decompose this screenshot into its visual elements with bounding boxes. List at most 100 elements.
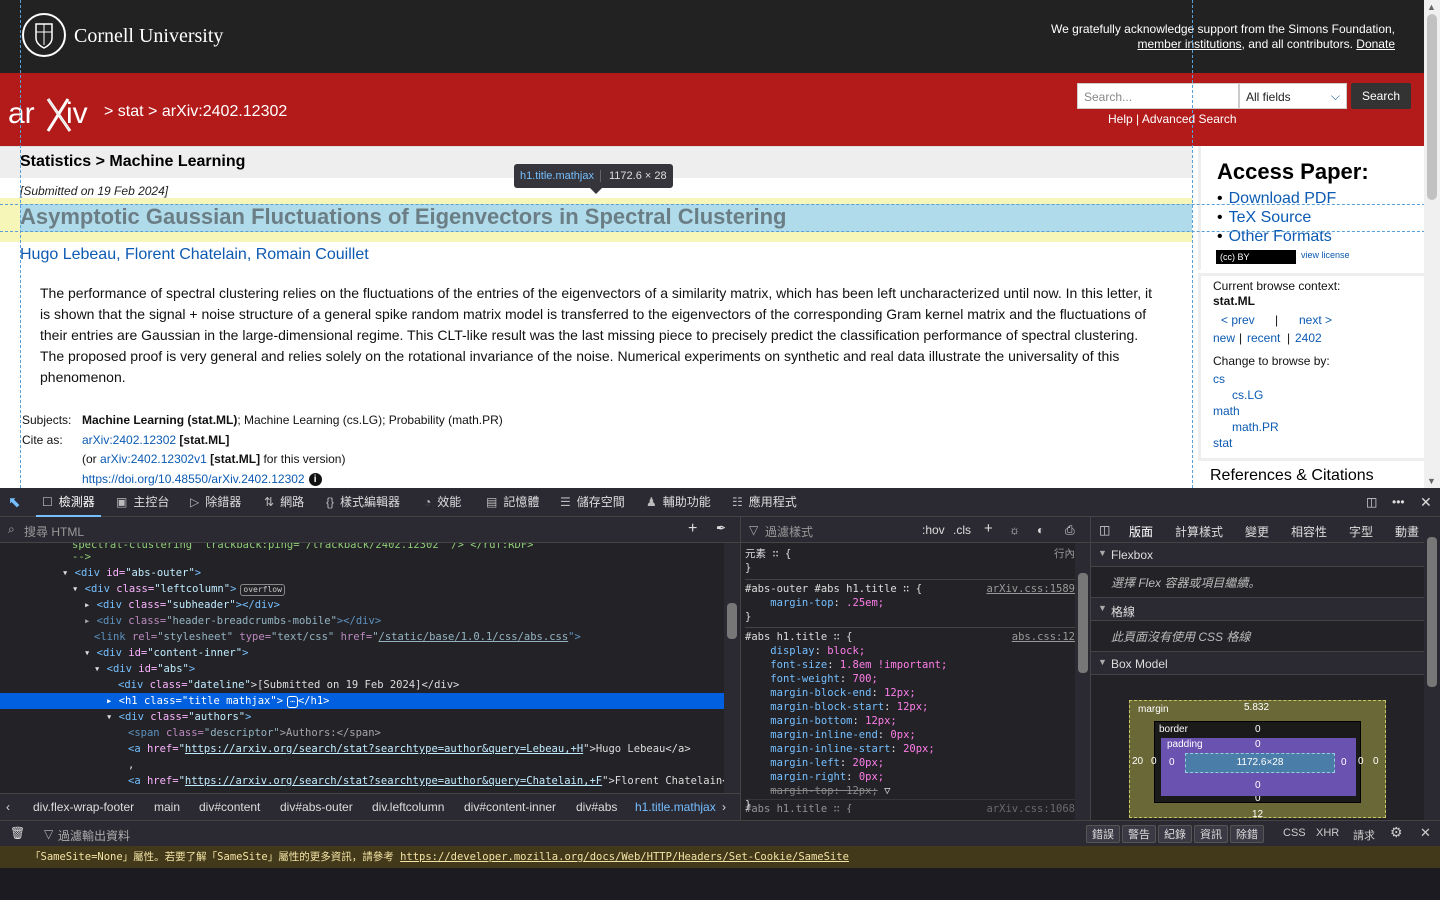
boxmodel-content[interactable]: 1172.6×28: [1185, 753, 1335, 773]
markup-row[interactable]: ▸ <div class="header-breadcrumbs-mobile"…: [0, 613, 724, 629]
browse-link-cs[interactable]: cs: [1213, 372, 1225, 386]
author-link[interactable]: Hugo Lebeau: [20, 246, 116, 263]
node-crumb[interactable]: div.leftcolumn: [372, 800, 444, 814]
margin-bottom-value[interactable]: 12: [1252, 809, 1263, 820]
layout-scrollbar[interactable]: [1424, 517, 1440, 820]
margin-left-value[interactable]: 20: [1132, 756, 1143, 767]
console-filter-input[interactable]: 過濾輸出資料: [58, 827, 130, 844]
overflow-badge[interactable]: overflow: [240, 584, 285, 596]
tab-network[interactable]: ⇅ 網路: [264, 488, 304, 517]
tab-style-editor[interactable]: {} 樣式編輯器: [326, 488, 400, 517]
node-crumb[interactable]: div#content-inner: [464, 800, 556, 814]
cite-id-link[interactable]: arXiv:2402.12302: [82, 433, 176, 447]
browse-link-stat[interactable]: stat: [1213, 436, 1232, 450]
browse-link-cs-lg[interactable]: cs.LG: [1232, 388, 1263, 402]
margin-right-value[interactable]: 0: [1373, 756, 1379, 767]
expand-arrow-icon[interactable]: ▾: [84, 647, 97, 659]
filter-css-toggle[interactable]: CSS: [1283, 827, 1306, 839]
boxmodel-margin[interactable]: margin 5.832 20 0 12 border 0 0 0 0 padd…: [1129, 700, 1386, 820]
markup-row[interactable]: <span class="descriptor">Authors:</span>: [0, 725, 724, 741]
markup-row[interactable]: <a href="https://arxiv.org/search/stat?s…: [0, 741, 724, 757]
markup-row[interactable]: ▸ <div class="subheader"></div>: [0, 597, 724, 613]
hover-state-toggle[interactable]: :hov: [922, 523, 945, 537]
gear-icon[interactable]: ⚙: [1390, 824, 1403, 841]
new-link[interactable]: new: [1213, 331, 1235, 345]
tex-source-link[interactable]: TeX Source: [1217, 209, 1312, 227]
stylesheet-link[interactable]: abs.css:12: [1012, 630, 1075, 644]
print-media-icon[interactable]: ⎙: [1065, 523, 1075, 538]
download-pdf-link[interactable]: Download PDF: [1217, 190, 1337, 208]
markup-row[interactable]: <a href="https://arxiv.org/search/stat?s…: [0, 773, 724, 789]
stylesheet-link[interactable]: arXiv.css:1589: [986, 582, 1075, 596]
add-rule-icon[interactable]: +: [984, 520, 993, 537]
doi-link[interactable]: https://doi.org/10.48550/arXiv.2402.1230…: [82, 472, 305, 486]
node-crumb[interactable]: div#abs: [576, 800, 617, 814]
boxmodel-padding[interactable]: padding 0 0 0 0 1172.6×28: [1161, 738, 1356, 796]
close-icon[interactable]: ✕: [1420, 825, 1431, 841]
recent-link[interactable]: recent: [1247, 331, 1280, 345]
markup-row[interactable]: ▾ <div class="authors">: [0, 709, 724, 725]
markup-row[interactable]: ▾ <div id="abs">: [0, 661, 724, 677]
breadcrumb-back-icon[interactable]: ‹: [6, 800, 10, 814]
markup-scrollbar[interactable]: [724, 543, 740, 793]
member-institutions-link[interactable]: member institutions: [1138, 37, 1242, 51]
breadcrumb-forward-icon[interactable]: ›: [722, 800, 726, 814]
border-top-value[interactable]: 0: [1255, 724, 1261, 735]
markup-row-selected[interactable]: ▸ <h1 class="title mathjax"> ⋯ </h1>: [0, 693, 724, 709]
info-icon[interactable]: i: [308, 473, 322, 487]
margin-top-value[interactable]: 5.832: [1244, 702, 1269, 713]
search-input[interactable]: Search...: [1077, 83, 1239, 109]
node-crumb[interactable]: div#content: [199, 800, 260, 814]
browse-link-math[interactable]: math: [1213, 404, 1240, 418]
trash-icon[interactable]: 🗑: [10, 826, 25, 840]
markup-row[interactable]: ▾ <div class="leftcolumn"> overflow: [0, 581, 724, 597]
filter-info-button[interactable]: 資訊: [1194, 825, 1228, 843]
cc-by-license-badge[interactable]: (cc) BY: [1216, 250, 1296, 264]
month-link[interactable]: 2402: [1295, 331, 1322, 345]
scrollbar-thumb[interactable]: [1427, 537, 1437, 687]
rules-scrollbar[interactable]: [1075, 543, 1091, 820]
flexbox-section-header[interactable]: ▼ Flexbox: [1091, 543, 1425, 567]
node-crumb[interactable]: main: [154, 800, 180, 814]
scroll-up-icon[interactable]: ▲: [1427, 2, 1436, 12]
toggle-sidebar-icon[interactable]: ◫: [1099, 523, 1110, 537]
dock-side-icon[interactable]: ◫: [1366, 488, 1377, 517]
border-right-value[interactable]: 0: [1358, 756, 1364, 767]
help-link[interactable]: Help: [1108, 112, 1133, 126]
page-scrollbar[interactable]: ▲ ▼: [1424, 0, 1440, 488]
crumb-stat-link[interactable]: stat: [118, 103, 144, 120]
tab-computed[interactable]: 計算樣式: [1175, 523, 1223, 540]
more-options-icon[interactable]: •••: [1392, 488, 1405, 517]
boxmodel-border[interactable]: border 0 0 0 0 padding 0 0 0 0 1172.6×28: [1151, 721, 1364, 804]
expand-arrow-icon[interactable]: ▾: [72, 583, 85, 595]
node-crumb[interactable]: div.flex-wrap-footer: [33, 800, 134, 814]
arxiv-logo-icon[interactable]: ar iv: [8, 93, 102, 133]
tab-console[interactable]: ▣ 主控台: [116, 488, 169, 517]
tab-application[interactable]: ☷ 應用程式: [732, 488, 797, 517]
boxmodel-section-header[interactable]: ▼ Box Model: [1091, 651, 1425, 675]
element-rule[interactable]: 元素 ∷ {行內}: [745, 547, 1075, 575]
cite-version-link[interactable]: arXiv:2402.12302v1: [100, 452, 207, 466]
add-node-icon[interactable]: +: [688, 520, 697, 538]
markup-row[interactable]: ▾ <div id="content-inner">: [0, 645, 724, 661]
markup-row[interactable]: ▾ <div id="abs-outer">: [0, 565, 724, 581]
collapse-arrow-icon[interactable]: ▸: [84, 615, 97, 627]
tab-changes[interactable]: 變更: [1245, 523, 1269, 540]
css-rule[interactable]: #abs-outer #abs h1.title ∷ {arXiv.css:15…: [745, 579, 1075, 624]
node-crumb-current[interactable]: h1.title.mathjax: [635, 800, 716, 814]
element-picker-icon[interactable]: ⬉: [8, 488, 21, 517]
close-icon[interactable]: ✕: [1420, 488, 1432, 517]
expand-arrow-icon[interactable]: ▾: [106, 711, 119, 723]
html-search-input[interactable]: 搜尋 HTML: [24, 523, 84, 540]
styles-filter-input[interactable]: 過濾樣式: [765, 523, 813, 540]
padding-bottom-value[interactable]: 0: [1255, 780, 1261, 791]
tab-fonts[interactable]: 字型: [1349, 523, 1373, 540]
expand-arrow-icon[interactable]: ▾: [62, 567, 75, 579]
border-left-value[interactable]: 0: [1151, 756, 1157, 767]
search-field-select[interactable]: All fields ⌵: [1239, 83, 1347, 109]
author-link[interactable]: Florent Chatelain: [125, 246, 247, 263]
scrollbar-thumb[interactable]: [1427, 14, 1437, 200]
filter-warnings-button[interactable]: 警告: [1122, 825, 1156, 843]
stylesheet-link[interactable]: arXiv.css:1068: [986, 802, 1075, 813]
filter-requests-toggle[interactable]: 請求: [1353, 827, 1375, 843]
